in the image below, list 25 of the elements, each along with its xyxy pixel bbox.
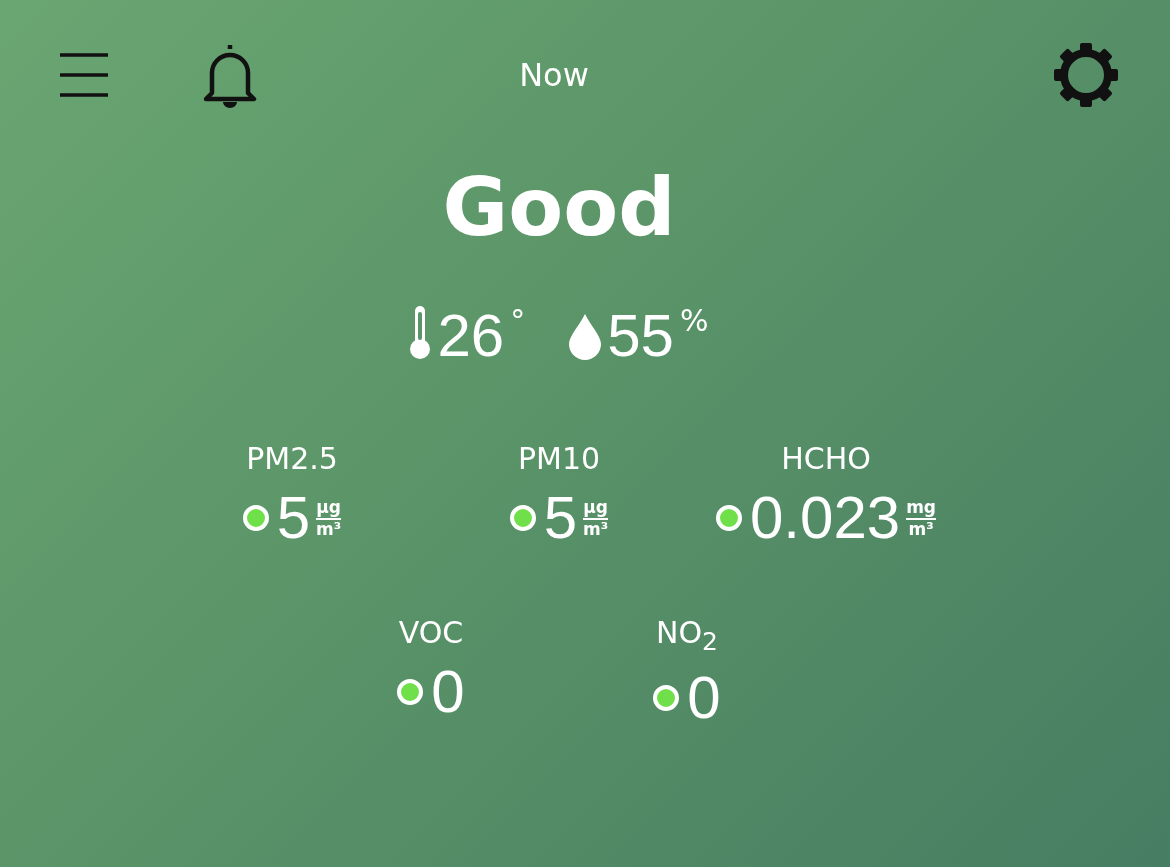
screen-title: Now (519, 56, 589, 94)
metric-label: HCHO (781, 444, 871, 474)
temperature-value: 26 (437, 306, 505, 366)
metric-value: 5 (276, 488, 311, 548)
unit-numerator: mg (906, 497, 936, 520)
metric-value: 5 (543, 488, 578, 548)
metric-label: PM10 (517, 444, 601, 474)
unit-denominator: m³ (908, 519, 934, 539)
unit-denominator: m³ (316, 519, 342, 539)
thermometer-icon (409, 306, 432, 360)
unit-denominator: m³ (583, 519, 609, 539)
metric-label: NO$_{2}$ (656, 618, 718, 654)
humidity-value: 55 (607, 306, 674, 366)
unit-numerator: µg (583, 497, 608, 520)
metric-label: PM2.5 (246, 444, 338, 474)
metric-value: 0 (687, 668, 721, 728)
settings-icon[interactable] (1052, 41, 1120, 109)
metric-label: VOC (398, 618, 464, 648)
air-quality-status: Good (441, 168, 677, 248)
unit-numerator: µg (316, 497, 341, 520)
water-drop-icon (569, 314, 602, 360)
metric-value: 0.023 (749, 488, 901, 548)
metric-value: 0 (431, 662, 465, 722)
humidity-unit: % (680, 306, 709, 336)
temperature-unit: ° (510, 306, 526, 336)
